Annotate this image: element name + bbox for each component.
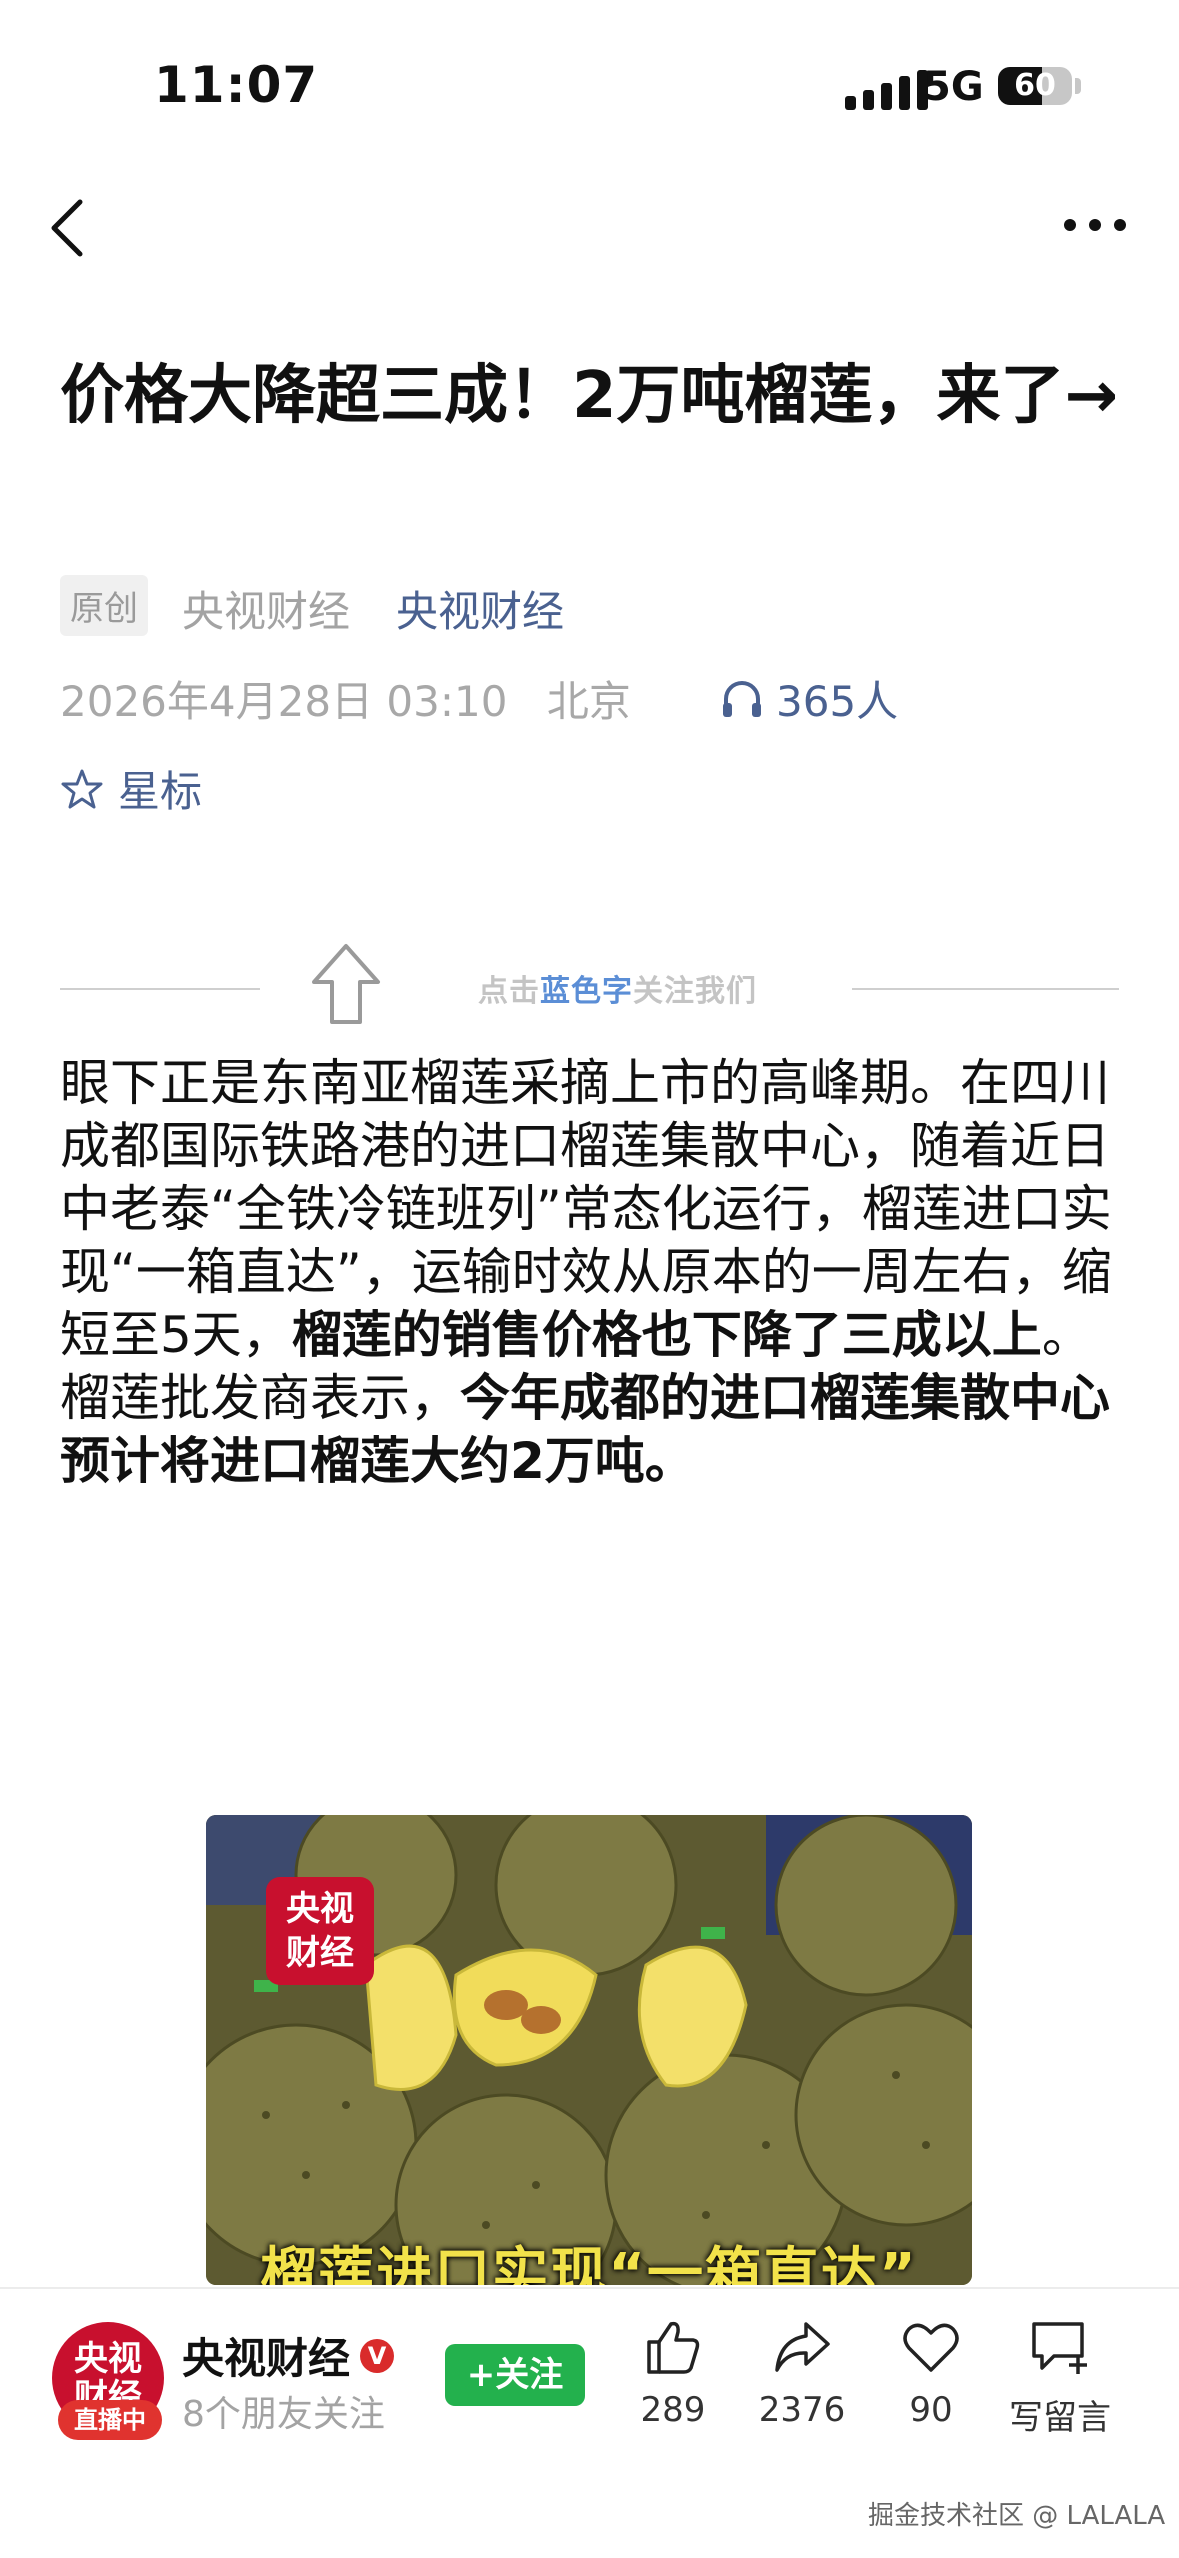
divider-left xyxy=(60,988,260,990)
publish-location: 北京 xyxy=(546,677,631,726)
battery-level: 60 xyxy=(1014,68,1056,103)
thumbs-up-icon xyxy=(647,2321,700,2374)
comment-add-icon xyxy=(1032,2322,1087,2374)
original-badge: 原创 xyxy=(60,575,148,636)
like-button[interactable]: 289 xyxy=(608,2318,738,2430)
follow-tip-suffix: 关注我们 xyxy=(633,974,757,1009)
listen-button[interactable]: 365人 xyxy=(720,668,898,729)
verified-icon: V xyxy=(360,2338,395,2373)
network-type: 5G xyxy=(923,64,984,110)
chevron-left-icon xyxy=(51,199,83,257)
account-name-row[interactable]: 央视财经 V xyxy=(182,2325,395,2386)
star-button[interactable]: 星标 xyxy=(60,758,202,819)
logo-line-1: 央视 xyxy=(286,1889,354,1929)
article-image[interactable]: 央视 财经 榴莲进口实现“一箱直达” xyxy=(206,1815,972,2285)
share-count: 2376 xyxy=(758,2390,846,2430)
comment-label: 写留言 xyxy=(1009,2398,1111,2438)
favorite-button[interactable]: 90 xyxy=(866,2318,996,2430)
article-title: 价格大降超三成！2万吨榴莲，来了→ xyxy=(60,359,1119,433)
comment-button[interactable]: 写留言 xyxy=(995,2318,1125,2439)
battery-tip xyxy=(1075,78,1081,94)
share-icon xyxy=(775,2322,830,2372)
signal-icon xyxy=(845,70,928,110)
like-count: 289 xyxy=(640,2390,706,2430)
more-button[interactable] xyxy=(1060,210,1130,240)
avatar-line-1: 央视 xyxy=(74,2339,142,2379)
body-bold-1: 榴莲的销售价格也下降了三成以上 xyxy=(291,1306,1042,1364)
status-time: 11:07 xyxy=(154,56,319,114)
more-horizontal-icon xyxy=(1064,219,1126,231)
share-button[interactable]: 2376 xyxy=(737,2318,867,2430)
publish-date: 2026年4月28日 03:10 xyxy=(60,677,508,726)
follow-tip: 点击蓝色字关注我们 xyxy=(478,966,757,1010)
account-name: 央视财经 xyxy=(182,2334,351,2383)
cctv-finance-logo: 央视 财经 xyxy=(266,1877,374,1985)
watermark: 掘金技术社区 @ LALALA xyxy=(868,2501,1166,2531)
heart-icon xyxy=(903,2323,959,2372)
up-arrow-icon xyxy=(312,944,380,1024)
headphones-icon xyxy=(723,680,761,717)
divider-right xyxy=(852,988,1119,990)
follow-button[interactable]: +关注 xyxy=(445,2344,585,2406)
star-label: 星标 xyxy=(118,767,203,816)
favorite-count: 90 xyxy=(909,2390,953,2430)
follow-tip-blue: 蓝色字 xyxy=(540,974,633,1009)
back-button[interactable] xyxy=(46,196,90,260)
article-body: 眼下正是东南亚榴莲采摘上市的高峰期。在四川成都国际铁路港的进口榴莲集散中心，随着… xyxy=(60,1052,1130,1493)
logo-line-2: 财经 xyxy=(286,1933,354,1973)
publish-meta: 2026年4月28日 03:10 北京 xyxy=(60,668,631,729)
friends-following: 8个朋友关注 xyxy=(182,2394,385,2435)
live-badge[interactable]: 直播中 xyxy=(58,2400,162,2440)
image-caption: 榴莲进口实现“一箱直达” xyxy=(260,2242,918,2285)
source-account-link[interactable]: 央视财经 xyxy=(396,578,564,639)
follow-tip-prefix: 点击 xyxy=(478,974,540,1009)
battery-icon: 60 xyxy=(998,67,1072,105)
article-source: 央视财经 xyxy=(182,587,351,636)
star-icon xyxy=(61,769,103,808)
listener-count: 365人 xyxy=(776,677,899,726)
